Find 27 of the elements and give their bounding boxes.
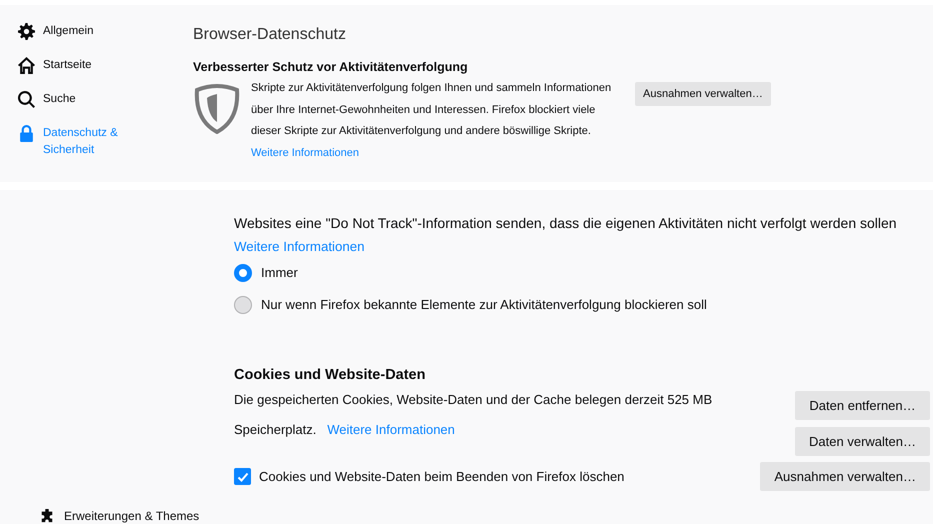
manage-exceptions-button[interactable]: Ausnahmen verwalten…: [635, 82, 771, 106]
sidebar-item[interactable]: Datenschutz & Sicherheit: [18, 125, 138, 159]
sidebar-item[interactable]: Startseite: [18, 57, 163, 74]
gear-icon: [18, 23, 35, 40]
radio-label[interactable]: Nur wenn Firefox bekannte Elemente zur Aktivitätenverfolgung blockieren soll: [261, 295, 707, 315]
home-icon: [18, 57, 35, 74]
data-button[interactable]: Daten entfernen…: [795, 391, 930, 420]
sidebar-item[interactable]: Suche: [18, 91, 163, 108]
sidebar-item[interactable]: Erweiterungen & Themes: [40, 509, 200, 523]
radio-label[interactable]: Immer: [261, 263, 298, 283]
cookies-description: Die gespeicherten Cookies, Website-Daten und der Cache belegen derzeit 525 MB Speicherplatz. Weitere Informationen: [234, 391, 714, 439]
do-not-track-description: Websites eine "Do Not Track"-Information senden, dass die eigenen Aktivitäten nicht verfolgt werden sollen: [234, 214, 898, 233]
radio-button[interactable]: [234, 264, 252, 282]
sidebar-item[interactable]: Allgemein: [18, 23, 163, 40]
data-button[interactable]: Daten verwalten…: [795, 427, 930, 456]
tracking-description: Skripte zur Aktivitätenverfolgung folgen Ihnen und sammeln Informationen über Ihre Internet-Gewohnheiten und Interessen. Firefox blockiert viele dieser Skripte zur Aktivitätenverfolgung und andere böswillige Skripte. Weitere Informationen: [251, 81, 612, 160]
checkbox[interactable]: [234, 468, 251, 485]
lock-icon: [18, 125, 35, 142]
page-title: Browser-Datenschutz: [193, 25, 347, 45]
puzzle-icon: [40, 509, 54, 523]
section-title: Verbesserter Schutz vor Aktivitätenverfolgung: [193, 59, 469, 76]
checkbox-label[interactable]: Cookies und Website-Daten beim Beenden von Firefox löschen: [259, 469, 624, 484]
section-title: Cookies und Website-Daten: [234, 367, 426, 383]
search-icon: [18, 91, 35, 108]
shield-icon: [193, 82, 241, 134]
manage-exceptions-button[interactable]: Ausnahmen verwalten…: [760, 462, 930, 491]
radio-button[interactable]: [234, 296, 252, 314]
